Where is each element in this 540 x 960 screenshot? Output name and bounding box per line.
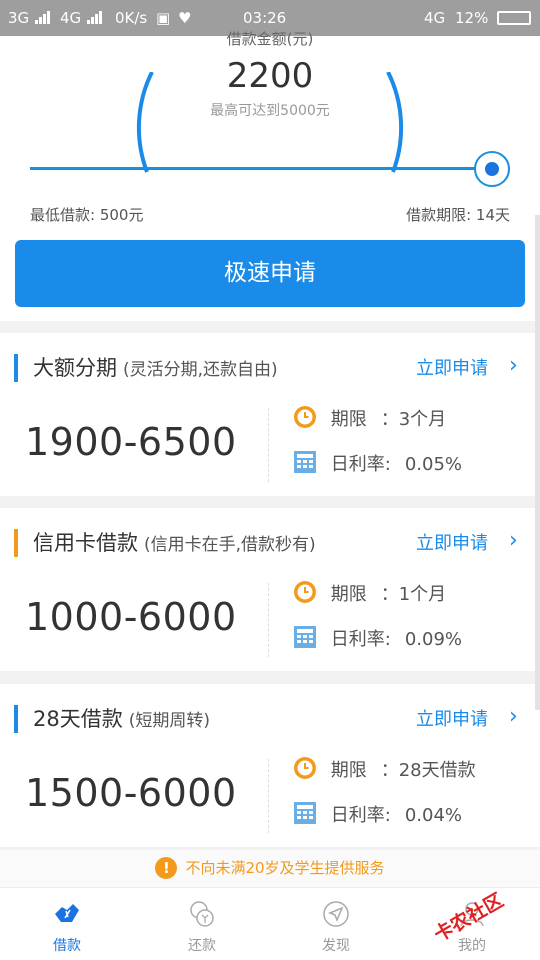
signal-icon [34,10,50,28]
apply-now-link[interactable]: 立即申请 [416,354,488,380]
battery-percent: 12% [455,9,489,27]
chevron-right-icon[interactable]: › [509,528,518,553]
amount-label: 借款金额(元) [226,30,314,48]
card-accent-bar [14,529,18,557]
age-notice: ! 不向未满20岁及学生提供服务 [0,850,540,887]
chevron-right-icon[interactable]: › [509,353,518,378]
calculator-icon [294,451,316,473]
quick-apply-button[interactable]: 极速申请 [15,240,525,307]
amount-slider-track[interactable] [30,167,492,170]
rate-row: 日利率: 0.04% [293,801,462,827]
amount-range: 1500-6000 [25,771,237,815]
signal-icon [86,10,102,28]
calculator-icon [294,802,316,824]
calculator-icon [294,626,316,648]
card-subtitle: (灵活分期,还款自由) [123,360,278,380]
network-3g: 3G [8,9,50,28]
network-speed: 0K/s [115,9,148,27]
sim-icon: ▣ [156,9,171,27]
discover-icon [323,901,349,927]
tab-loan[interactable]: 借款 [17,888,117,960]
product-card: 大额分期 (灵活分期,还款自由) 立即申请 › 1900-6500 期限 ：3个月 … [0,333,540,496]
loan-term-label: 借款期限: 14天 [406,206,510,224]
card-accent-bar [14,354,18,382]
card-subtitle: (短期周转) [128,711,210,731]
term-row: 期限 ：3个月 [293,405,446,431]
clock-icon [294,581,316,603]
network-4g: 4G [60,9,102,28]
amount-value: 2200 [226,56,314,96]
loan-icon [55,904,79,922]
product-card: 28天借款 (短期周转) 立即申请 › 1500-6000 期限 ：28天借款 日利… [0,684,540,847]
amount-range: 1000-6000 [25,595,237,639]
network-4g-right: 4G [424,9,446,27]
min-loan-label: 最低借款: 500元 [30,206,144,224]
warning-icon: ! [155,857,178,879]
chevron-right-icon[interactable]: › [509,704,518,729]
divider [268,408,269,482]
amount-slider-handle[interactable] [474,151,510,187]
repay-icon [190,901,214,927]
battery-icon [497,11,531,25]
card-title: 28天借款 (短期周转) [33,707,210,731]
card-title: 大额分期 (灵活分期,还款自由) [33,356,278,380]
clock-icon [294,406,316,428]
amount-max-text: 最高可达到5000元 [210,103,330,119]
apply-now-link[interactable]: 立即申请 [416,529,488,555]
term-row: 期限 ：28天借款 [293,756,476,782]
rate-row: 日利率: 0.05% [293,450,462,476]
card-title: 信用卡借款 (信用卡在手,借款秒有) [33,531,316,555]
divider [268,759,269,833]
clock-icon [294,757,316,779]
product-card: 信用卡借款 (信用卡在手,借款秒有) 立即申请 › 1000-6000 期限 ：1个… [0,508,540,671]
amount-range: 1900-6500 [25,420,237,464]
rate-row: 日利率: 0.09% [293,625,462,651]
heart-icon: ♥ [178,9,192,27]
tab-discover[interactable]: 发现 [286,888,386,960]
clock-time: 03:26 [243,9,287,27]
apply-now-link[interactable]: 立即申请 [416,705,488,731]
tab-repay[interactable]: 还款 [152,888,252,960]
divider [268,583,269,657]
card-accent-bar [14,705,18,733]
card-subtitle: (信用卡在手,借款秒有) [144,535,316,555]
term-row: 期限 ：1个月 [293,580,446,606]
scrollbar[interactable] [535,215,540,710]
